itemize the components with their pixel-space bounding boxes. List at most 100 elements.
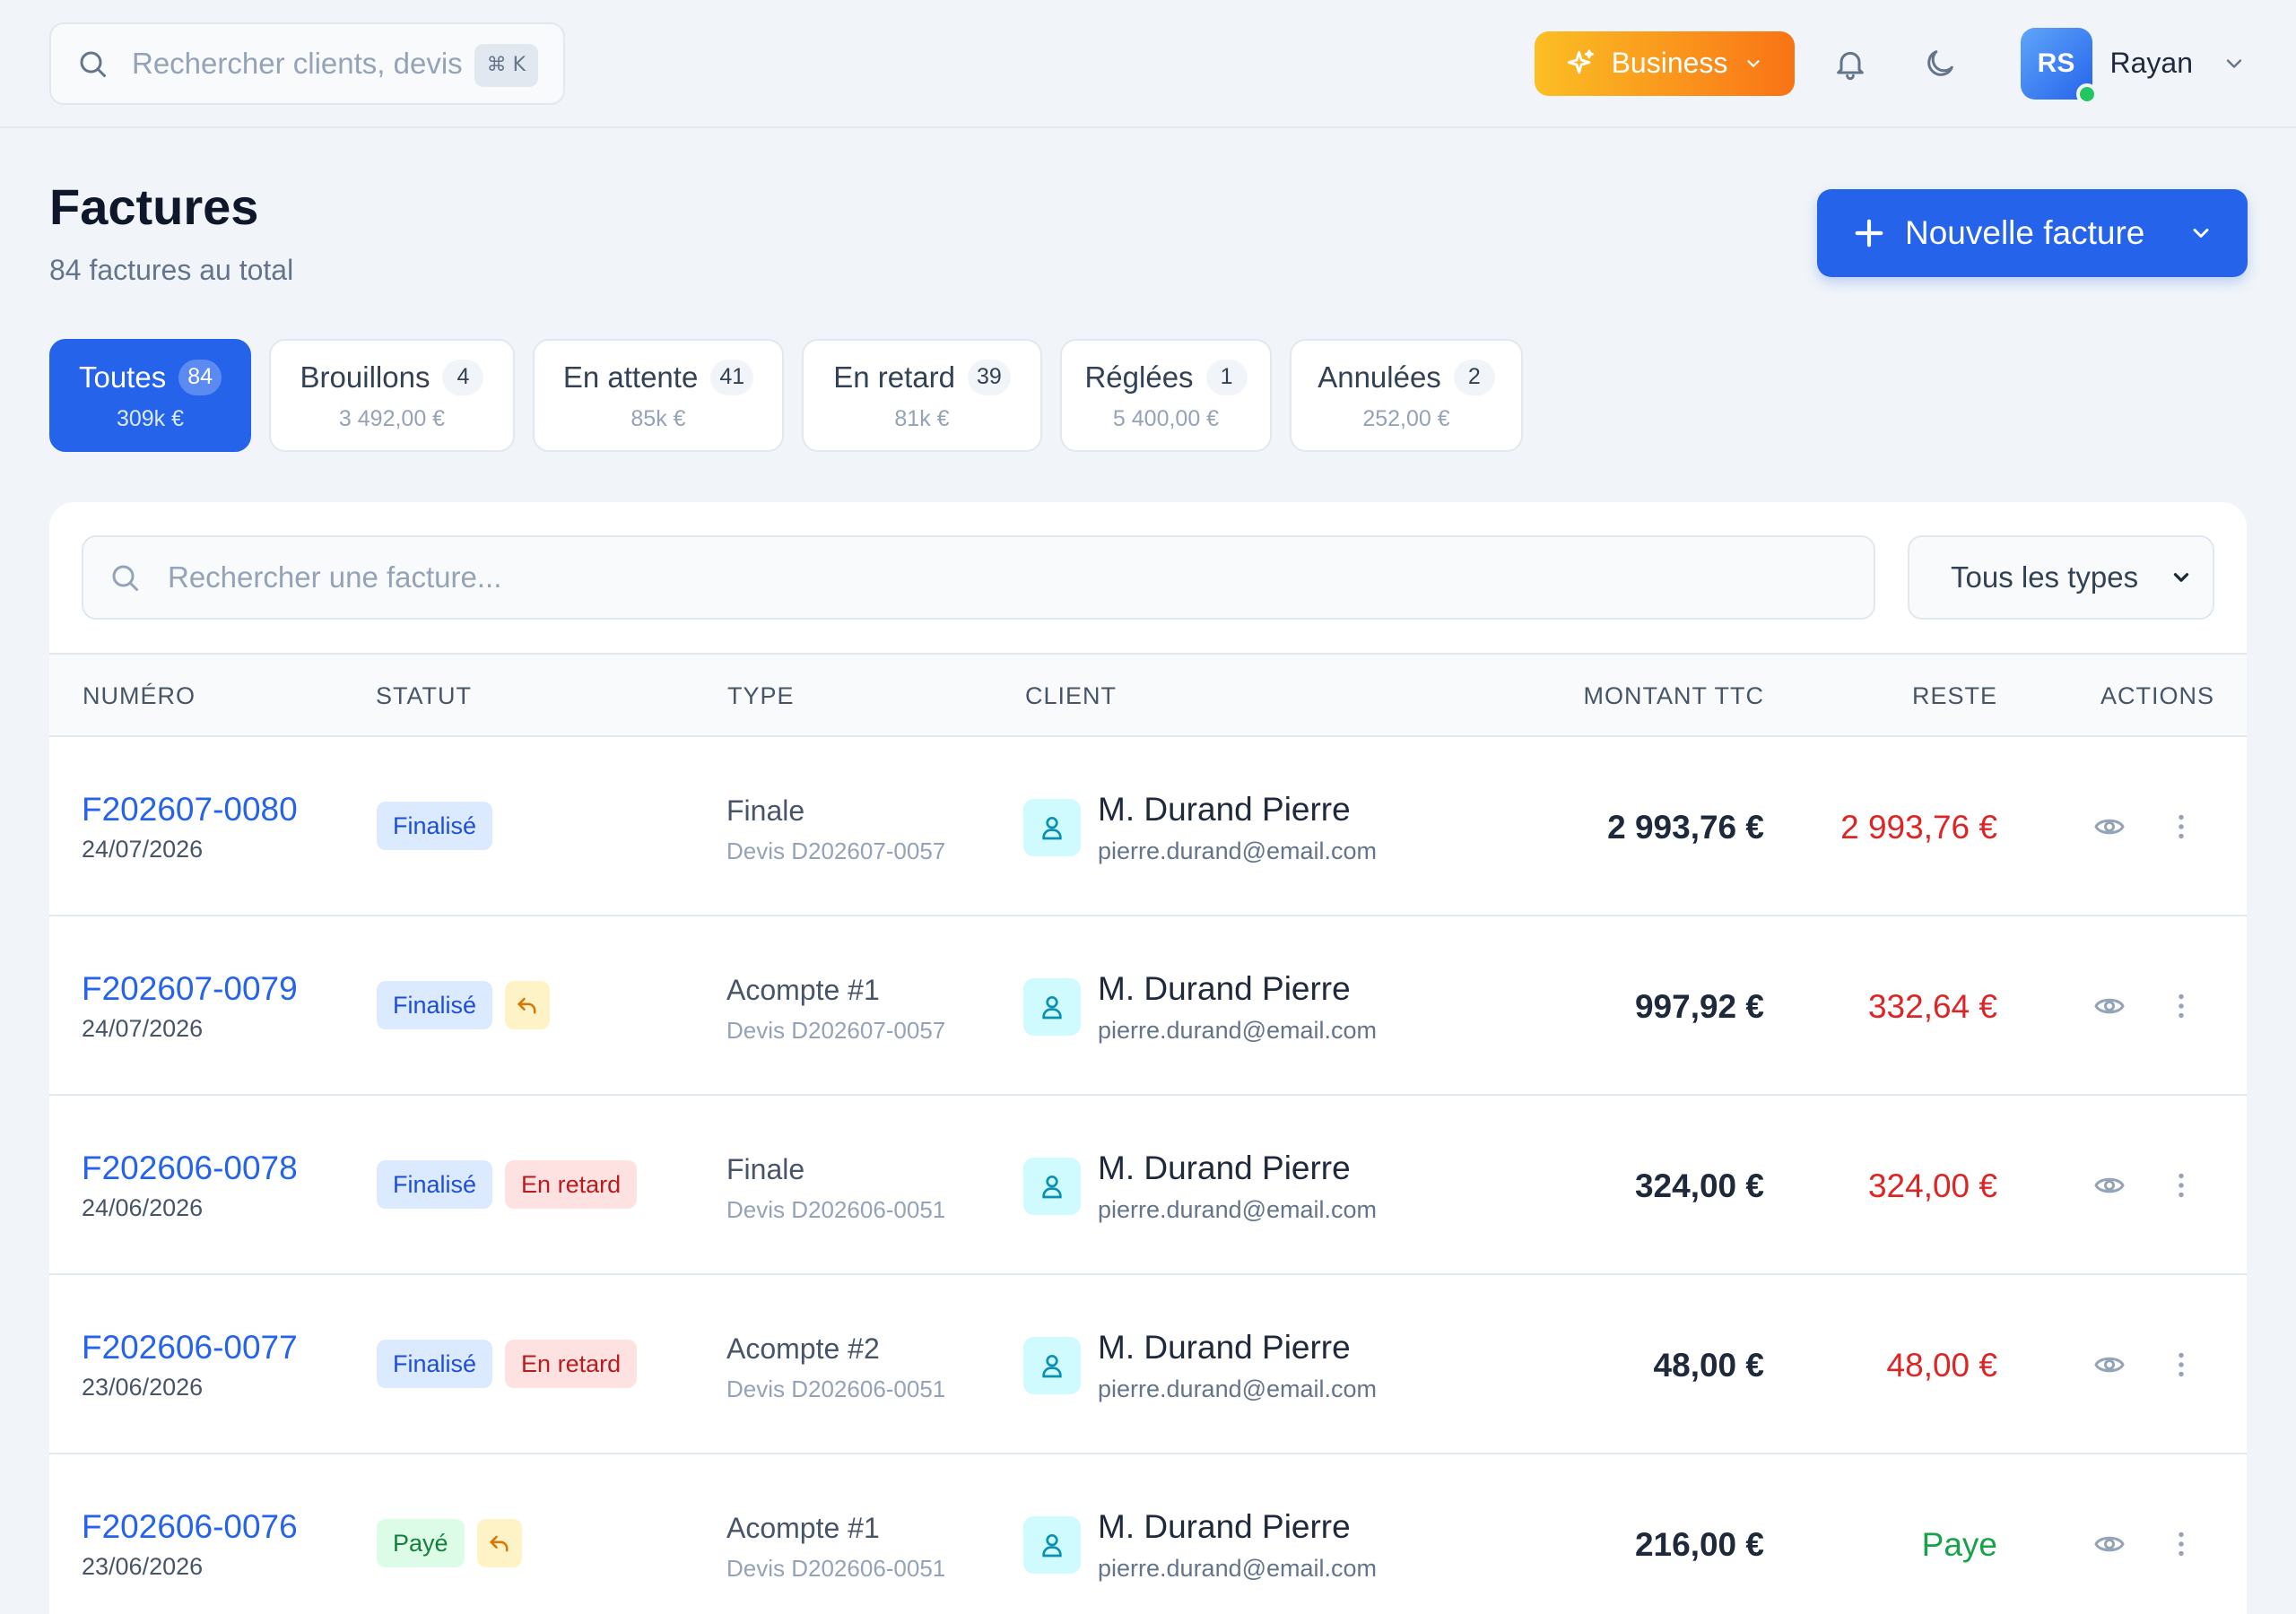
client-name[interactable]: M. Durand Pierre <box>1098 1150 1351 1187</box>
chevron-down-icon <box>2193 229 2209 238</box>
invoice-number-link[interactable]: F202607-0079 <box>82 970 298 1008</box>
tab-count: 1 <box>1205 359 1248 395</box>
tab-overdue[interactable]: En retard 39 81k € <box>802 339 1042 452</box>
client-avatar <box>1023 1516 1081 1574</box>
linked-quote: Devis D202607-0057 <box>726 837 946 864</box>
column-header-amount[interactable]: MONTANT TTC <box>1584 682 1765 710</box>
client-name[interactable]: M. Durand Pierre <box>1098 791 1351 829</box>
new-invoice-button[interactable]: Nouvelle facture <box>1817 189 2248 277</box>
client-email: pierre.durand@email.com <box>1098 1017 1378 1044</box>
eye-icon <box>2094 998 2125 1014</box>
status-badge: Payé <box>377 1519 465 1567</box>
view-invoice-button[interactable] <box>2088 1164 2131 1207</box>
more-actions-button[interactable] <box>2160 805 2203 848</box>
status-tabs: Toutes 84 309k € Brouillons 4 3 492,00 € E… <box>49 339 1523 452</box>
table-row[interactable]: F202606-0076 23/06/2026 Payé Acompte #1 … <box>49 1454 2247 1614</box>
invoice-number-link[interactable]: F202607-0080 <box>82 791 298 829</box>
chevron-down-icon <box>2226 58 2242 68</box>
view-invoice-button[interactable] <box>2088 985 2131 1028</box>
more-actions-button[interactable] <box>2160 1164 2203 1207</box>
invoice-number-link[interactable]: F202606-0076 <box>82 1508 298 1546</box>
type-filter-select[interactable]: Tous les types <box>1908 535 2214 620</box>
remaining-amount: 2 993,76 € <box>1840 809 1997 846</box>
reply-badge <box>476 1519 522 1567</box>
user-name: Rayan <box>2109 47 2194 79</box>
view-invoice-button[interactable] <box>2088 1523 2131 1566</box>
eye-icon <box>2094 1536 2125 1552</box>
remaining-amount: Paye <box>1921 1526 1997 1563</box>
more-actions-button[interactable] <box>2160 985 2203 1028</box>
global-search-input[interactable] <box>132 46 464 81</box>
more-vertical-icon <box>2179 1532 2184 1557</box>
tab-all[interactable]: Toutes 84 309k € <box>49 339 251 452</box>
tab-pending[interactable]: En attente 41 85k € <box>533 339 784 452</box>
user-icon <box>1042 1355 1062 1378</box>
avatar-initials: RS <box>2037 48 2075 78</box>
column-header-remaining[interactable]: RESTE <box>1912 682 1997 710</box>
column-header-status[interactable]: STATUT <box>376 682 472 710</box>
client-name[interactable]: M. Durand Pierre <box>1098 970 1351 1008</box>
new-invoice-label: Nouvelle facture <box>1905 214 2145 251</box>
status-badges: Finalisé En retard <box>377 1340 638 1388</box>
more-vertical-icon <box>2179 1352 2184 1377</box>
tab-amount: 85k € <box>631 405 686 431</box>
invoice-search[interactable] <box>82 535 1875 620</box>
tab-label: Annulées <box>1318 360 1441 394</box>
remaining-amount: 48,00 € <box>1886 1347 1997 1384</box>
tab-count: 41 <box>710 359 754 395</box>
linked-quote: Devis D202606-0051 <box>726 1375 946 1402</box>
user-menu[interactable]: RS Rayan <box>2020 27 2248 105</box>
more-actions-button[interactable] <box>2160 1523 2203 1566</box>
table-row[interactable]: F202606-0078 24/06/2026 Finalisé En reta… <box>49 1096 2247 1275</box>
search-icon <box>112 565 138 591</box>
view-invoice-button[interactable] <box>2088 1343 2131 1386</box>
invoice-date: 24/07/2026 <box>82 836 204 863</box>
plan-label: Business <box>1611 47 1728 79</box>
tab-settled[interactable]: Réglées 1 5 400,00 € <box>1060 339 1272 452</box>
tab-amount: 252,00 € <box>1362 405 1450 431</box>
more-actions-button[interactable] <box>2160 1343 2203 1386</box>
avatar[interactable]: RS <box>2020 27 2098 105</box>
column-header-client[interactable]: CLIENT <box>1025 682 1117 710</box>
status-badge: Finalisé <box>377 981 493 1029</box>
bell-icon <box>1836 51 1864 80</box>
eye-icon <box>2094 1357 2125 1373</box>
tab-label: Brouillons <box>300 360 430 394</box>
table-row[interactable]: F202606-0077 23/06/2026 Finalisé En reta… <box>49 1275 2247 1454</box>
invoice-search-input[interactable] <box>168 560 1848 594</box>
invoice-number-link[interactable]: F202606-0078 <box>82 1150 298 1187</box>
table-header: NUMÉRO STATUT TYPE CLIENT MONTANT TTC RE… <box>49 655 2247 737</box>
tab-count: 39 <box>967 359 1011 395</box>
eye-icon <box>2094 1177 2125 1193</box>
amount-ttc: 2 993,76 € <box>1607 809 1764 846</box>
client-name[interactable]: M. Durand Pierre <box>1098 1329 1351 1367</box>
more-vertical-icon <box>2179 814 2184 839</box>
sparkles-icon <box>1567 48 1594 74</box>
tab-label: Toutes <box>78 360 167 394</box>
client-name[interactable]: M. Durand Pierre <box>1098 1508 1351 1546</box>
client-avatar <box>1023 978 1081 1036</box>
invoices-card: Tous les types NUMÉRO STATUT TYPE CLIENT… <box>49 502 2247 1614</box>
table-row[interactable]: F202607-0080 24/07/2026 Finalisé Finale … <box>49 737 2247 916</box>
global-search[interactable]: ⌘ K <box>49 22 565 105</box>
tab-amount: 5 400,00 € <box>1112 405 1220 431</box>
tab-drafts[interactable]: Brouillons 4 3 492,00 € <box>269 339 515 452</box>
plan-button[interactable]: Business <box>1534 30 1795 96</box>
invoice-number-link[interactable]: F202606-0077 <box>82 1329 298 1367</box>
column-header-type[interactable]: TYPE <box>727 682 795 710</box>
theme-toggle-button[interactable] <box>1911 35 1969 92</box>
invoice-type: Finale <box>726 794 805 827</box>
online-status-dot <box>2075 82 2098 105</box>
client-avatar <box>1023 799 1081 856</box>
column-header-number[interactable]: NUMÉRO <box>83 682 196 710</box>
amount-ttc: 324,00 € <box>1634 1167 1764 1204</box>
invoice-type: Finale <box>726 1153 805 1185</box>
tab-cancelled[interactable]: Annulées 2 252,00 € <box>1290 339 1523 452</box>
view-invoice-button[interactable] <box>2088 805 2131 848</box>
chevron-down-icon <box>1747 59 1761 67</box>
remaining-amount: 332,64 € <box>1867 988 1997 1025</box>
table-row[interactable]: F202607-0079 24/07/2026 Finalisé Acompte… <box>49 916 2247 1096</box>
client-email: pierre.durand@email.com <box>1098 1555 1378 1582</box>
notifications-button[interactable] <box>1822 35 1879 92</box>
page-header: Factures 84 factures au total Nouvelle f… <box>0 128 2296 334</box>
